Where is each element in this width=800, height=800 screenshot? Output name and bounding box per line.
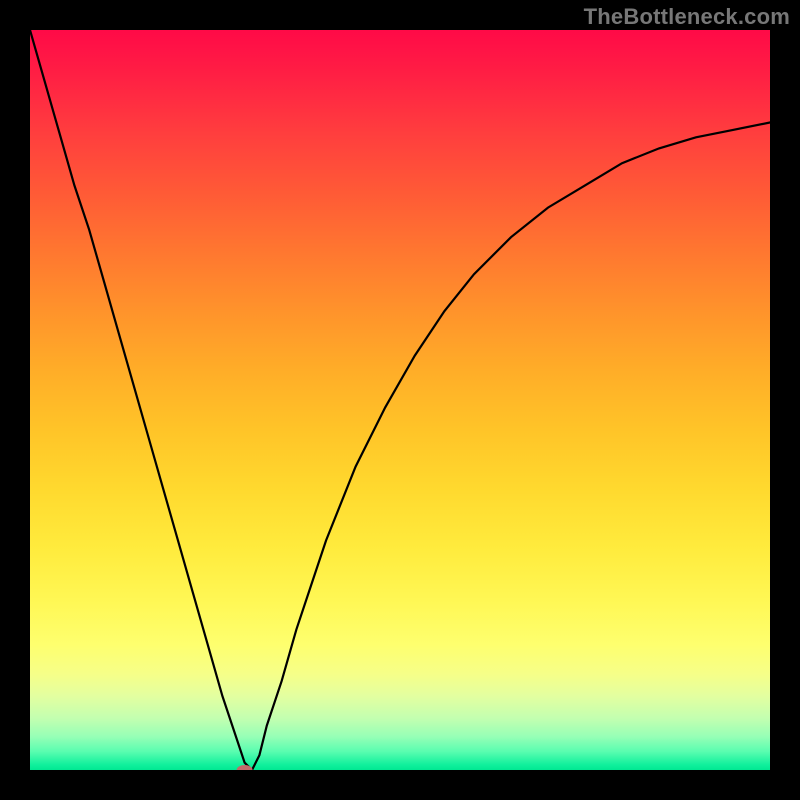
chart-container: TheBottleneck.com xyxy=(0,0,800,800)
watermark-text: TheBottleneck.com xyxy=(584,4,790,30)
plot-area xyxy=(30,30,770,770)
minimum-marker xyxy=(237,765,253,770)
bottleneck-curve xyxy=(30,30,770,770)
curve-layer xyxy=(30,30,770,770)
